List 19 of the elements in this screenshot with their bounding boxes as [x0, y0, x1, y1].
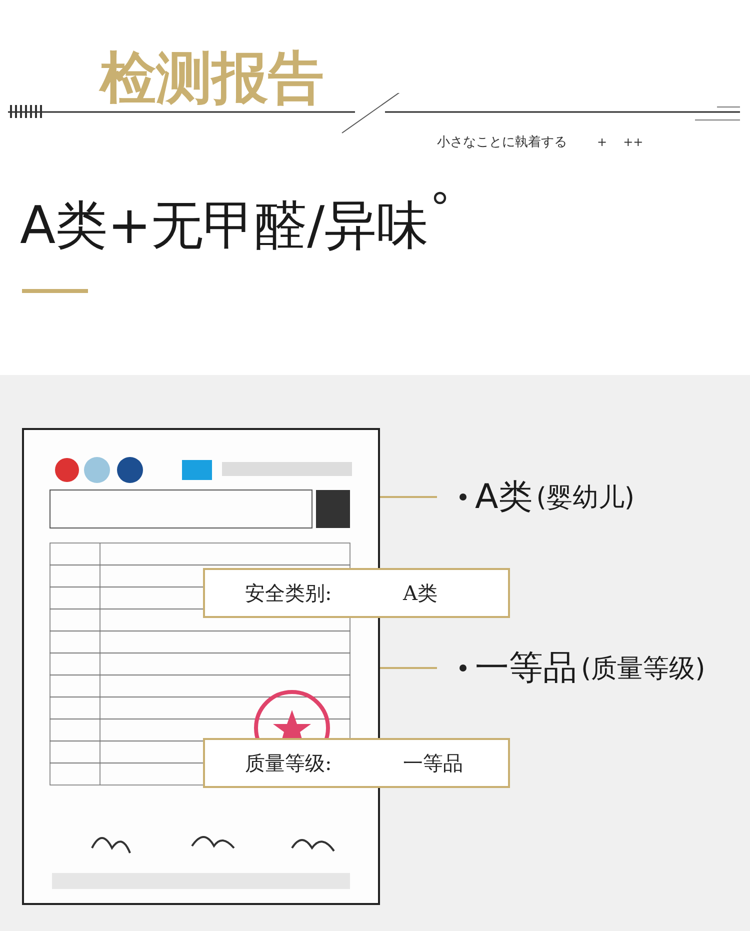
headline: A类+无甲醛/异味	[20, 195, 429, 258]
leader-line	[380, 496, 437, 498]
leader-line	[380, 667, 437, 669]
ring-icon	[432, 191, 447, 205]
callout-label: 质量等级:	[245, 750, 333, 776]
plus-mark: ++	[623, 135, 644, 149]
accent-bar	[22, 289, 88, 293]
bullet-icon	[459, 493, 467, 501]
callout-value: 一等品	[403, 750, 463, 776]
bullet-icon	[459, 664, 467, 672]
tagline: 小さなことに執着する	[437, 134, 567, 151]
feature-text: A类	[475, 476, 532, 519]
feature-text: 一等品	[475, 647, 577, 690]
section-title: 检测报告	[98, 45, 325, 108]
callout-label: 安全类别:	[245, 580, 333, 606]
feature-note: (婴幼儿)	[536, 482, 635, 514]
plus-mark: +	[597, 135, 608, 149]
feature-note: (质量等级)	[581, 652, 706, 686]
callout-value: A类	[403, 580, 438, 606]
